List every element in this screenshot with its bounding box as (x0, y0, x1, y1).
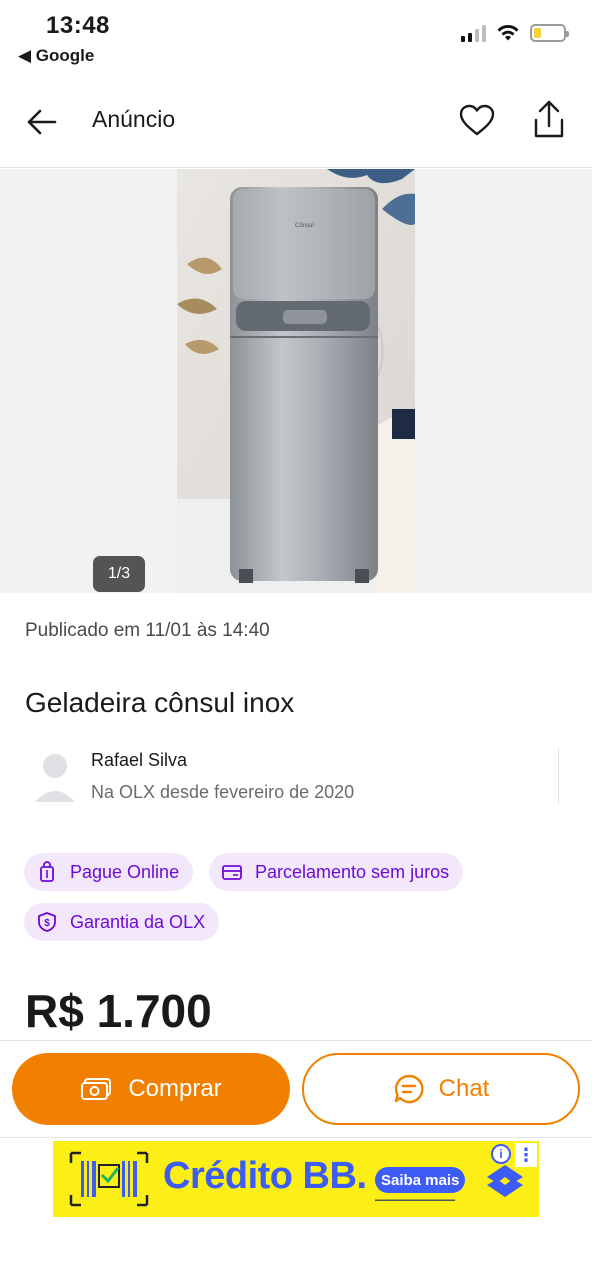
ad-banner[interactable]: Crédito BB. Saiba mais ▬▬▬▬▬▬▬▬▬▬▬▬▬▬▬▬ … (53, 1141, 539, 1217)
heart-icon[interactable] (456, 100, 498, 142)
seller-since: Na OLX desde fevereiro de 2020 (91, 782, 355, 802)
back-arrow-icon[interactable] (22, 102, 62, 142)
badge-label: Pague Online (70, 861, 180, 882)
barcode-logo-icon (69, 1151, 149, 1207)
page-title: Anúncio (92, 106, 176, 132)
published-date: Publicado em 11/01 às 14:40 (25, 620, 270, 641)
wifi-icon (497, 25, 519, 41)
badge-label: Garantia da OLX (70, 911, 206, 932)
battery-icon (530, 24, 569, 42)
svg-text:$: $ (44, 918, 50, 929)
badge-garantia[interactable]: $ Garantia da OLX (24, 903, 220, 941)
image-counter: 1/3 (93, 556, 145, 592)
chat-button-label: Chat (438, 1075, 490, 1102)
listing-title: Geladeira cônsul inox (25, 687, 295, 718)
buy-button[interactable]: Comprar (12, 1053, 290, 1125)
ad-more-icon[interactable]: ⋮ (515, 1143, 537, 1167)
chat-button[interactable]: Chat (302, 1053, 580, 1125)
cellular-signal-icon (461, 24, 486, 42)
avatar-icon (35, 754, 75, 802)
listing-price: R$ 1.700 (25, 985, 212, 1037)
banner-fine-print: ▬▬▬▬▬▬▬▬▬▬▬▬▬▬▬▬ (375, 1197, 455, 1203)
buy-button-label: Comprar (128, 1075, 222, 1102)
seller-name[interactable]: Rafael Silva (91, 750, 187, 771)
status-bar: 13:48 ◀ Google (0, 0, 592, 78)
badge-pague-online[interactable]: Pague Online (24, 853, 194, 891)
app-header: Anúncio (0, 80, 592, 168)
seller-card[interactable]: Rafael Silva Na OLX desde fevereiro de 2… (25, 744, 565, 808)
photo-gallery[interactable]: Cônsul 1/3 (0, 169, 592, 593)
badge-label: Parcelamento sem juros (255, 861, 450, 882)
shield-dollar-icon: $ (38, 912, 56, 932)
photo-brand-label: Cônsul (295, 223, 314, 229)
ad-info-icon[interactable]: i (491, 1144, 511, 1164)
bag-icon (40, 861, 54, 882)
chat-bubble-icon (394, 1074, 424, 1104)
action-bar: Comprar Chat (0, 1040, 592, 1138)
money-icon (81, 1078, 112, 1100)
banner-cta-button[interactable]: Saiba mais (375, 1167, 466, 1193)
badge-parcelamento[interactable]: Parcelamento sem juros (209, 853, 464, 891)
card-icon (222, 865, 242, 880)
bb-logo-icon (487, 1165, 523, 1197)
banner-brand: Crédito BB. (163, 1155, 367, 1197)
back-to-google-link[interactable]: ◀ Google (18, 46, 94, 66)
listing-photo[interactable]: Cônsul (177, 169, 415, 593)
status-time: 13:48 (46, 12, 110, 39)
status-icons (461, 24, 569, 42)
divider (558, 748, 559, 804)
share-icon[interactable] (528, 98, 570, 142)
